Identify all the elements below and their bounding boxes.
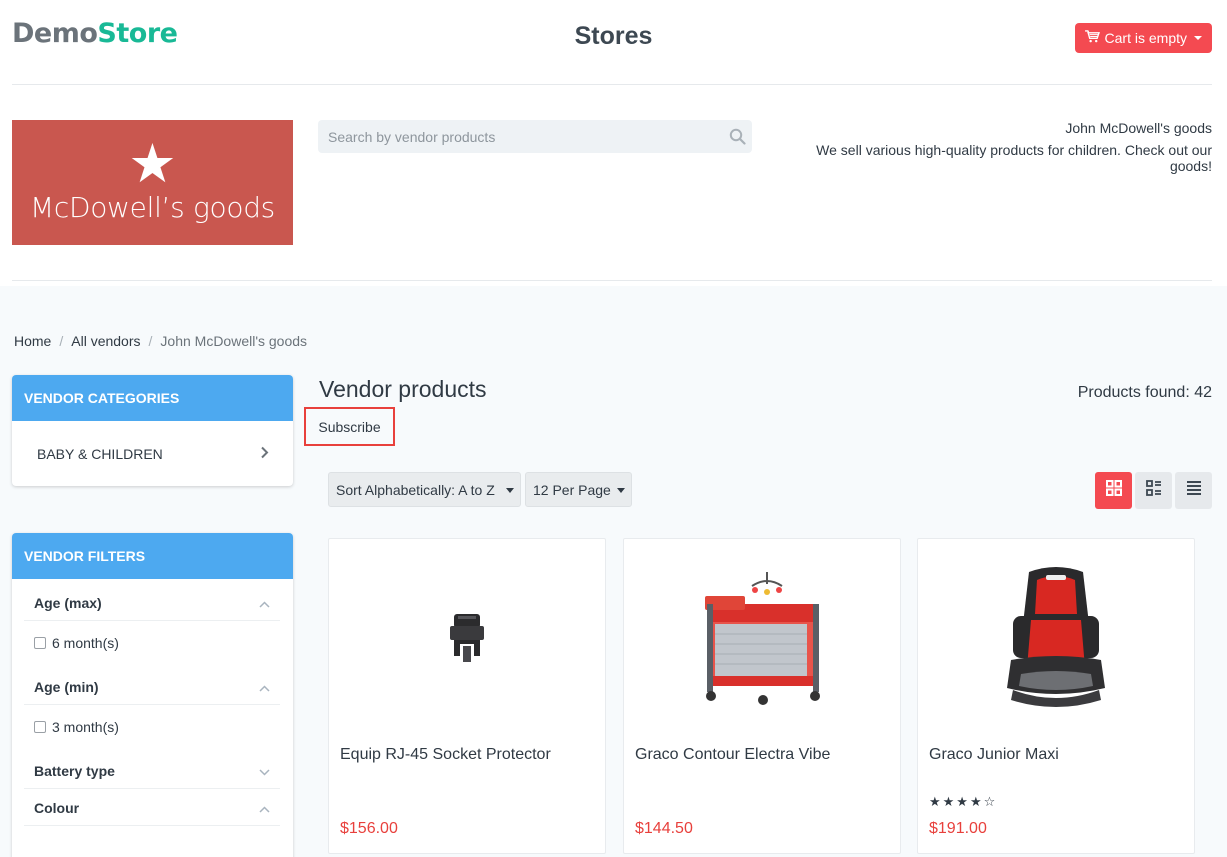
list-view-button[interactable]: [1135, 472, 1172, 509]
product-image[interactable]: [329, 559, 605, 719]
chevron-up-icon: [259, 679, 270, 695]
vendor-filters-panel: VENDOR FILTERS Age (max) 6 month(s) Age …: [12, 533, 293, 857]
vendor-name: John McDowell's goods: [1065, 120, 1212, 136]
page-title: Stores: [574, 22, 653, 50]
filter-age-max: Age (max) 6 month(s): [24, 585, 280, 665]
category-label: BABY & CHILDREN: [37, 445, 163, 462]
vendor-logo-text: McDowell’s goods: [30, 191, 275, 224]
filter-option[interactable]: 3 month(s): [24, 705, 280, 749]
chevron-up-icon: [259, 800, 270, 816]
cart-button[interactable]: Cart is empty: [1074, 23, 1212, 53]
search-icon[interactable]: [722, 128, 752, 145]
vendor-about: We sell various high-quality products fo…: [816, 142, 1212, 174]
category-item-baby-children[interactable]: BABY & CHILDREN: [12, 421, 293, 486]
product-name[interactable]: Equip RJ-45 Socket Protector: [340, 746, 551, 764]
filter-option-label: 6 month(s): [52, 635, 119, 651]
product-image[interactable]: [918, 559, 1194, 719]
sort-value: Sort Alphabetically: A to Z: [336, 481, 495, 498]
vendor-logo[interactable]: ★ McDowell’s goods: [12, 120, 293, 245]
product-card[interactable]: Equip RJ-45 Socket Protector $156.00: [328, 538, 606, 854]
product-image[interactable]: [624, 559, 900, 719]
cart-icon: [1084, 30, 1100, 46]
rating-stars: ★★★★☆: [929, 795, 998, 810]
chevron-down-icon: [259, 763, 270, 779]
product-price: $144.50: [635, 820, 693, 837]
breadcrumb-home[interactable]: Home: [14, 333, 51, 349]
filter-header[interactable]: Age (max): [24, 585, 280, 621]
product-card[interactable]: Graco Contour Electra Vibe $144.50: [623, 538, 901, 854]
breadcrumb: Home / All vendors / John McDowell's goo…: [14, 333, 307, 349]
filter-colour: Colour: [24, 790, 280, 826]
product-name[interactable]: Graco Contour Electra Vibe: [635, 746, 830, 764]
vendor-header: ★ McDowell’s goods John McDowell's goods…: [0, 85, 1227, 281]
checkbox[interactable]: [34, 637, 46, 649]
breadcrumb-current: John McDowell's goods: [160, 333, 308, 349]
chevron-down-icon: [1194, 36, 1202, 40]
chevron-up-icon: [259, 595, 270, 611]
chevron-right-icon: [260, 446, 269, 462]
vendor-description: John McDowell's goods We sell various hi…: [812, 120, 1212, 174]
product-price: $191.00: [929, 820, 987, 837]
filter-option[interactable]: 6 month(s): [24, 621, 280, 665]
search-input[interactable]: [318, 120, 722, 153]
per-page-select[interactable]: 12 Per Page: [525, 472, 632, 507]
grid-view-button[interactable]: [1095, 472, 1132, 509]
sort-select[interactable]: Sort Alphabetically: A to Z: [328, 472, 521, 507]
filter-header[interactable]: Colour: [24, 790, 280, 826]
filter-age-min: Age (min) 3 month(s): [24, 669, 280, 749]
categories-heading: VENDOR CATEGORIES: [12, 375, 293, 421]
filter-label: Age (min): [34, 678, 99, 695]
divider: [12, 280, 1212, 281]
vendor-categories-panel: VENDOR CATEGORIES BABY & CHILDREN: [12, 375, 293, 486]
filter-option-label: 3 month(s): [52, 719, 119, 735]
filter-label: Age (max): [34, 594, 102, 611]
vendor-products-title: Vendor products: [319, 376, 487, 402]
chevron-down-icon: [617, 488, 625, 493]
content-area: Home / All vendors / John McDowell's goo…: [0, 286, 1227, 857]
product-card[interactable]: Graco Junior Maxi ★★★★☆ $191.00: [917, 538, 1195, 854]
filter-battery-type: Battery type: [24, 753, 280, 789]
list-icon: [1186, 480, 1202, 501]
per-page-value: 12 Per Page: [533, 481, 611, 498]
product-name[interactable]: Graco Junior Maxi: [929, 746, 1059, 764]
grid-icon: [1105, 480, 1122, 501]
filter-header[interactable]: Battery type: [24, 753, 280, 789]
compact-list-view-button[interactable]: [1175, 472, 1212, 509]
filter-header[interactable]: Age (min): [24, 669, 280, 705]
cart-label: Cart is empty: [1104, 30, 1187, 46]
star-icon: ★: [128, 132, 177, 195]
breadcrumb-all-vendors[interactable]: All vendors: [71, 333, 140, 349]
chevron-down-icon: [506, 488, 514, 493]
top-header: DemoStore Stores Cart is empty: [0, 0, 1227, 85]
filters-heading: VENDOR FILTERS: [12, 533, 293, 579]
subscribe-button[interactable]: Subscribe: [304, 407, 395, 446]
product-price: $156.00: [340, 820, 398, 837]
breadcrumb-separator: /: [59, 333, 64, 349]
checkbox[interactable]: [34, 721, 46, 733]
list-thumb-icon: [1145, 480, 1162, 501]
products-found-count: Products found: 42: [1077, 384, 1212, 401]
vendor-search: [318, 120, 752, 153]
filter-label: Colour: [34, 799, 80, 816]
breadcrumb-separator: /: [148, 333, 153, 349]
filter-label: Battery type: [34, 762, 115, 779]
